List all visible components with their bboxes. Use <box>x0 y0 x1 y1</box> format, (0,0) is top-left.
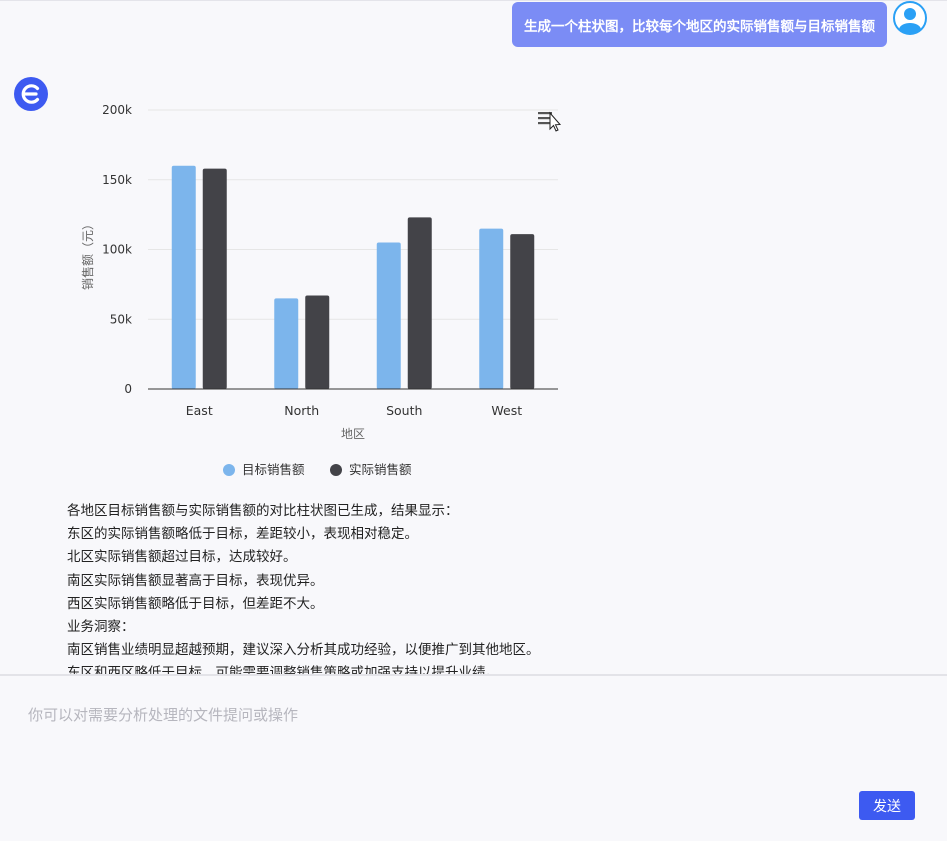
answer-line: 西区实际销售额略低于目标，但差距不大。 <box>67 595 324 612</box>
answer-line: 北区实际销售额超过目标，达成较好。 <box>67 549 297 566</box>
answer-line: 东区的实际销售额略低于目标，差距较小，表现相对稳定。 <box>67 526 418 543</box>
chat-input-placeholder[interactable]: 你可以对需要分析处理的文件提问或操作 <box>28 704 298 725</box>
bar-north-series-1[interactable] <box>305 295 330 389</box>
assistant-logo-icon <box>14 77 48 111</box>
legend-marker <box>330 464 342 476</box>
bar-chart: 0 50k 100k 150k 200k East North South West 销售额（… <box>60 92 580 492</box>
legend-marker <box>223 464 235 476</box>
answer-line: 南区销售业绩明显超越预期，建议深入分析其成功经验，以便推广到其他地区。 <box>67 642 540 659</box>
legend-label: 实际销售额 <box>349 462 412 477</box>
bar-east-series-1[interactable] <box>202 168 227 389</box>
send-button[interactable]: 发送 <box>859 791 915 820</box>
chart-svg: 0 50k 100k 150k 200k East North South West 销售额（… <box>80 103 562 477</box>
y-tick-label: 200k <box>102 103 132 117</box>
legend-item[interactable]: 目标销售额 <box>223 462 305 477</box>
y-axis-label: 销售额（元） <box>80 218 95 290</box>
assistant-answer-text: 各地区目标销售额与实际销售额的对比柱状图已生成，结果显示： 东区的实际销售额略低于… <box>67 500 627 674</box>
answer-line: 南区实际销售额显著高于目标，表现优异。 <box>67 572 324 589</box>
bar-east-series-0[interactable] <box>171 165 196 389</box>
bar-south-series-1[interactable] <box>407 217 432 389</box>
chat-input-area[interactable]: 你可以对需要分析处理的文件提问或操作 发送 <box>0 674 947 841</box>
legend-item[interactable]: 实际销售额 <box>330 462 412 477</box>
bar-north-series-0[interactable] <box>274 298 299 389</box>
y-tick-label: 50k <box>110 312 132 326</box>
user-message-text: 生成一个柱状图，比较每个地区的实际销售额与目标销售额 <box>524 18 875 35</box>
bar-west-series-1[interactable] <box>510 234 535 389</box>
x-tick-label: North <box>284 403 319 418</box>
chat-page: 生成一个柱状图，比较每个地区的实际销售额与目标销售额 0 50k 100k 150k 2… <box>0 0 947 841</box>
user-message-bubble: 生成一个柱状图，比较每个地区的实际销售额与目标销售额 <box>512 2 887 47</box>
y-tick-label: 0 <box>124 382 132 396</box>
x-tick-label: East <box>186 403 213 418</box>
legend-label: 目标销售额 <box>242 462 305 477</box>
answer-line: 各地区目标销售额与实际销售额的对比柱状图已生成，结果显示： <box>67 503 459 519</box>
answer-line: 业务洞察： <box>67 619 135 636</box>
bar-south-series-0[interactable] <box>376 242 401 389</box>
x-tick-label: West <box>491 403 522 418</box>
top-divider <box>0 0 947 1</box>
bar-west-series-0[interactable] <box>479 228 504 389</box>
y-tick-label: 100k <box>102 243 132 257</box>
x-tick-label: South <box>386 403 422 418</box>
answer-line: 东区和西区略低于目标，可能需要调整销售策略或加强支持以提升业绩。 <box>67 665 499 674</box>
chart-menu-icon[interactable] <box>538 111 562 132</box>
user-avatar-icon[interactable] <box>893 1 927 35</box>
x-axis-label: 地区 <box>341 427 365 441</box>
y-tick-label: 150k <box>102 173 132 187</box>
